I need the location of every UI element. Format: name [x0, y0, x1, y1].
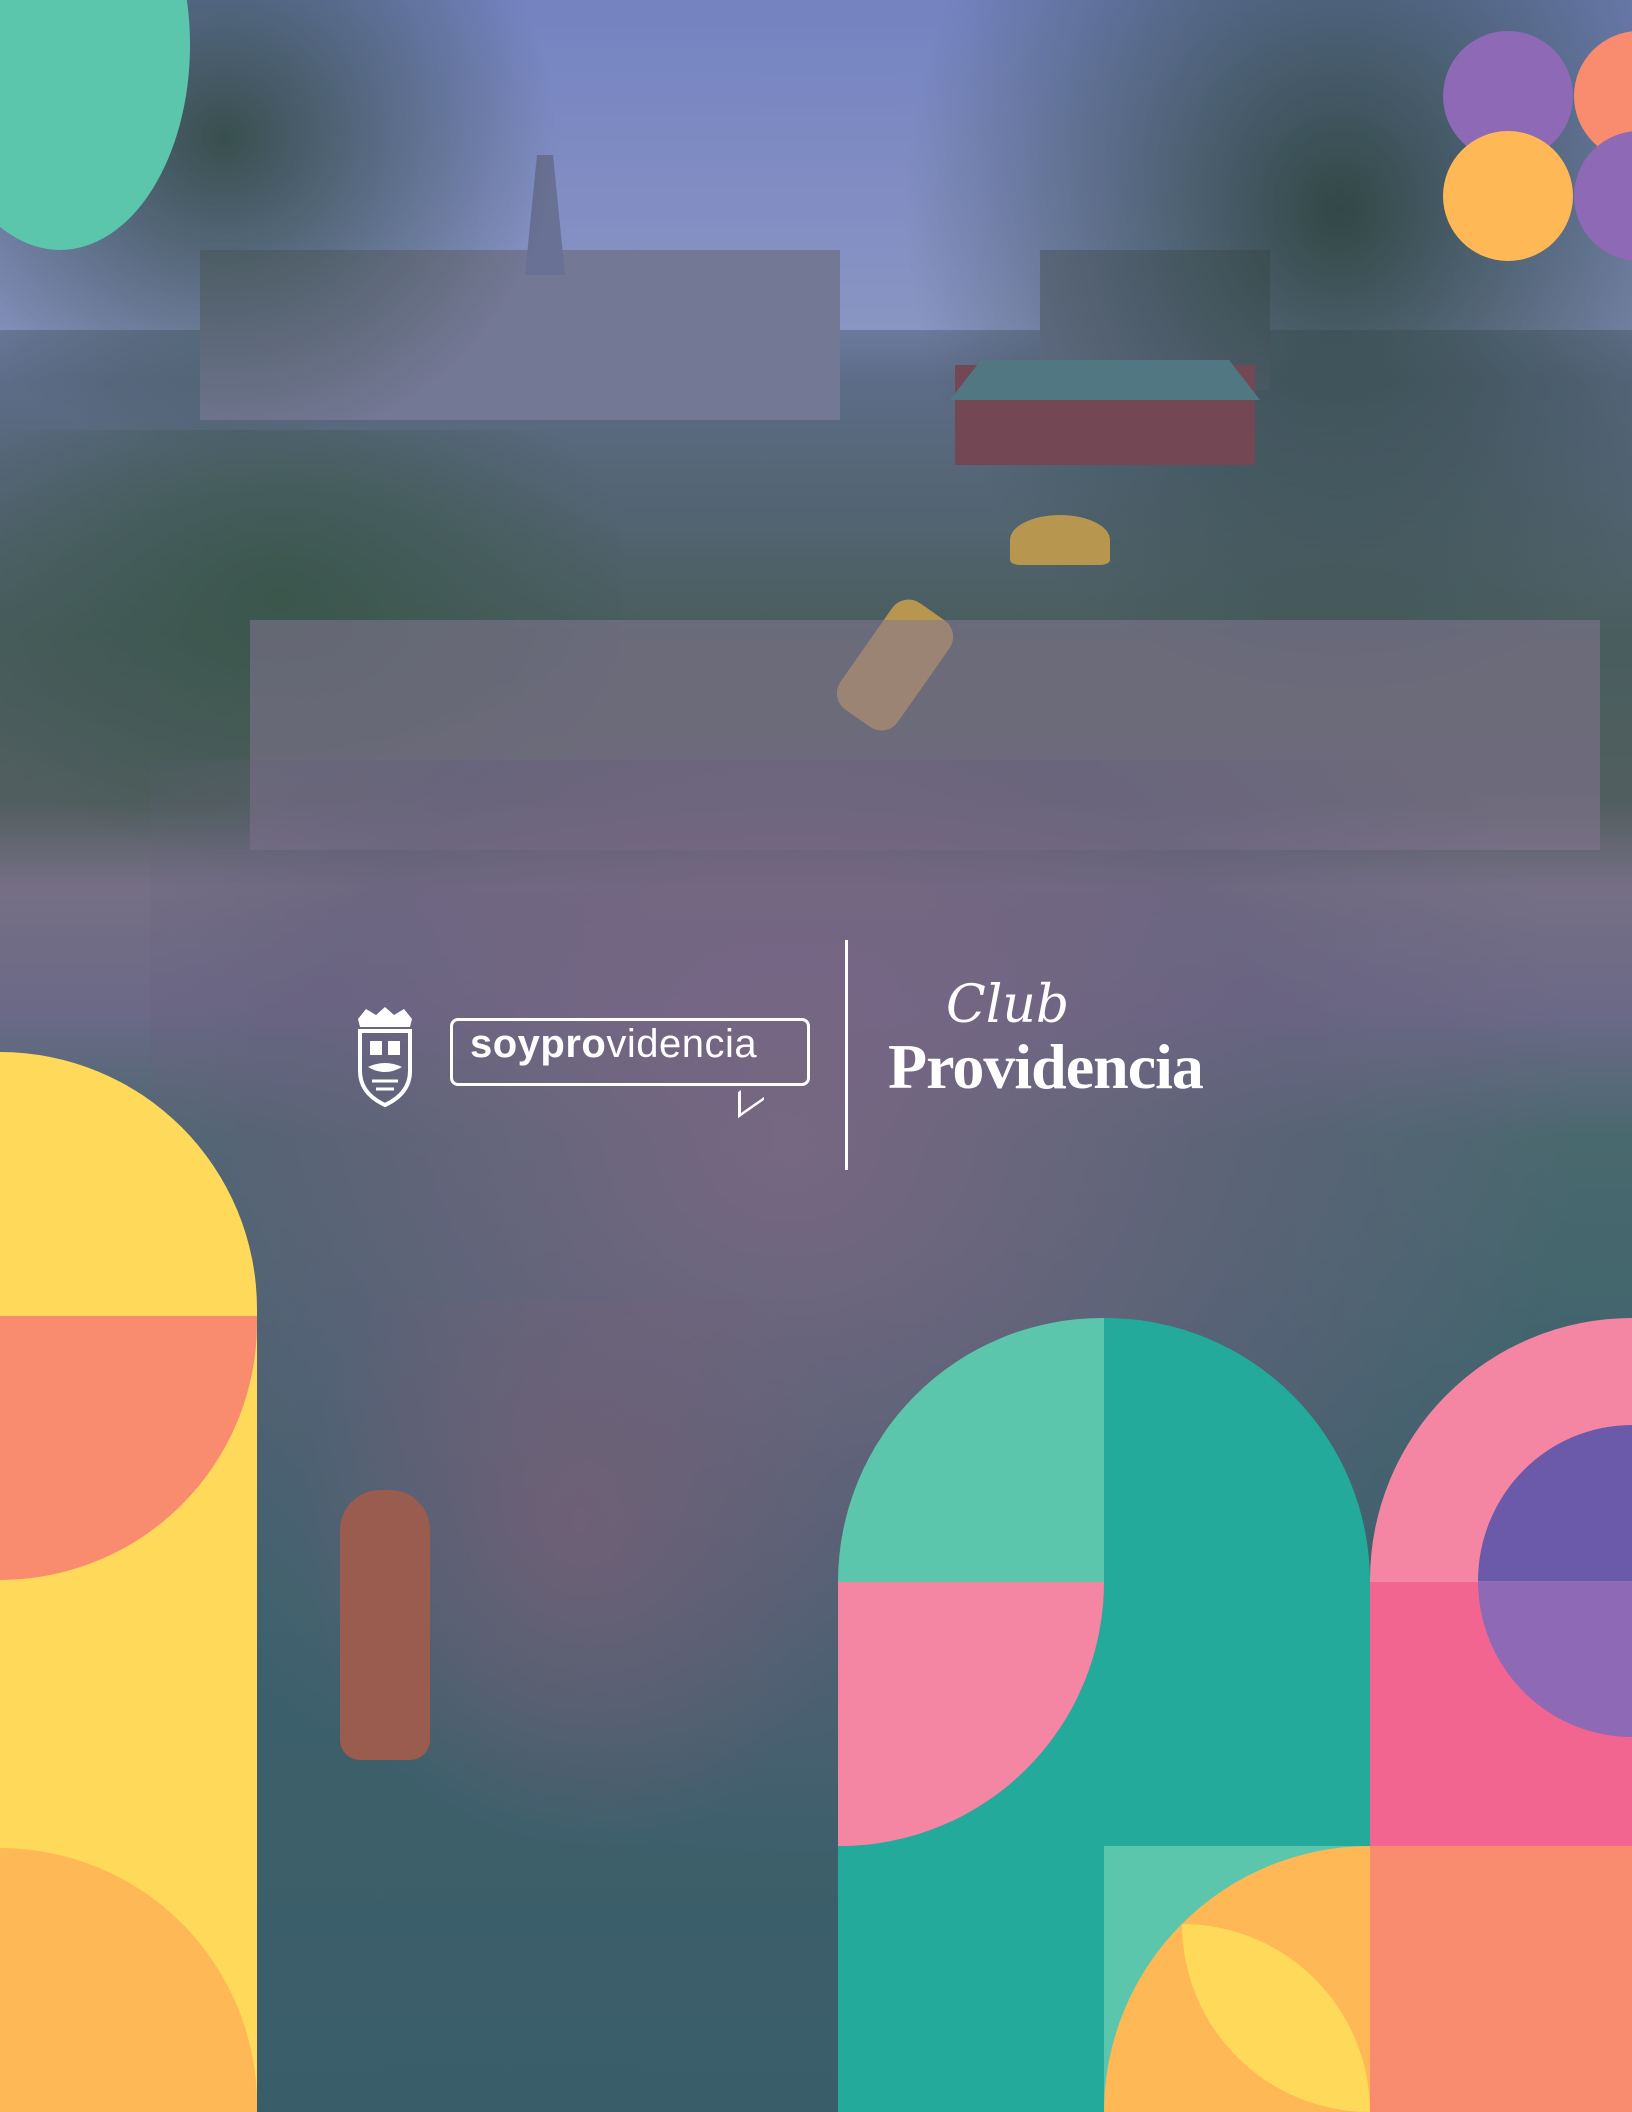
teal-dark-middle-block: [838, 1582, 1370, 1846]
purple-half-circle: [1478, 1425, 1632, 1737]
municipal-crest-icon: [358, 1007, 412, 1108]
teal-dark-bottom-left-block: [838, 1846, 1104, 2112]
soyprovidencia-bold: soypro: [470, 1022, 607, 1066]
amber-dot-bottom-left: [1443, 131, 1573, 261]
club-script-text: Club: [946, 975, 1070, 1035]
orange-bottom-block: [1370, 1846, 1632, 2112]
soyprovidencia-logo: soyprovidencia: [470, 1022, 757, 1067]
left-orange-half-circle: [0, 1316, 257, 1580]
left-yellow-middle-block: [0, 1580, 257, 1848]
soyprovidencia-light: videncia: [606, 1022, 758, 1066]
left-amber-bottom-arch: [0, 1848, 257, 2112]
teal-light-bottom-block: [1104, 1846, 1370, 2112]
pink-quarter-circle: [838, 1582, 1104, 1846]
logo-divider: [845, 940, 848, 1170]
club-providencia-text: Providencia: [888, 1031, 1204, 1102]
